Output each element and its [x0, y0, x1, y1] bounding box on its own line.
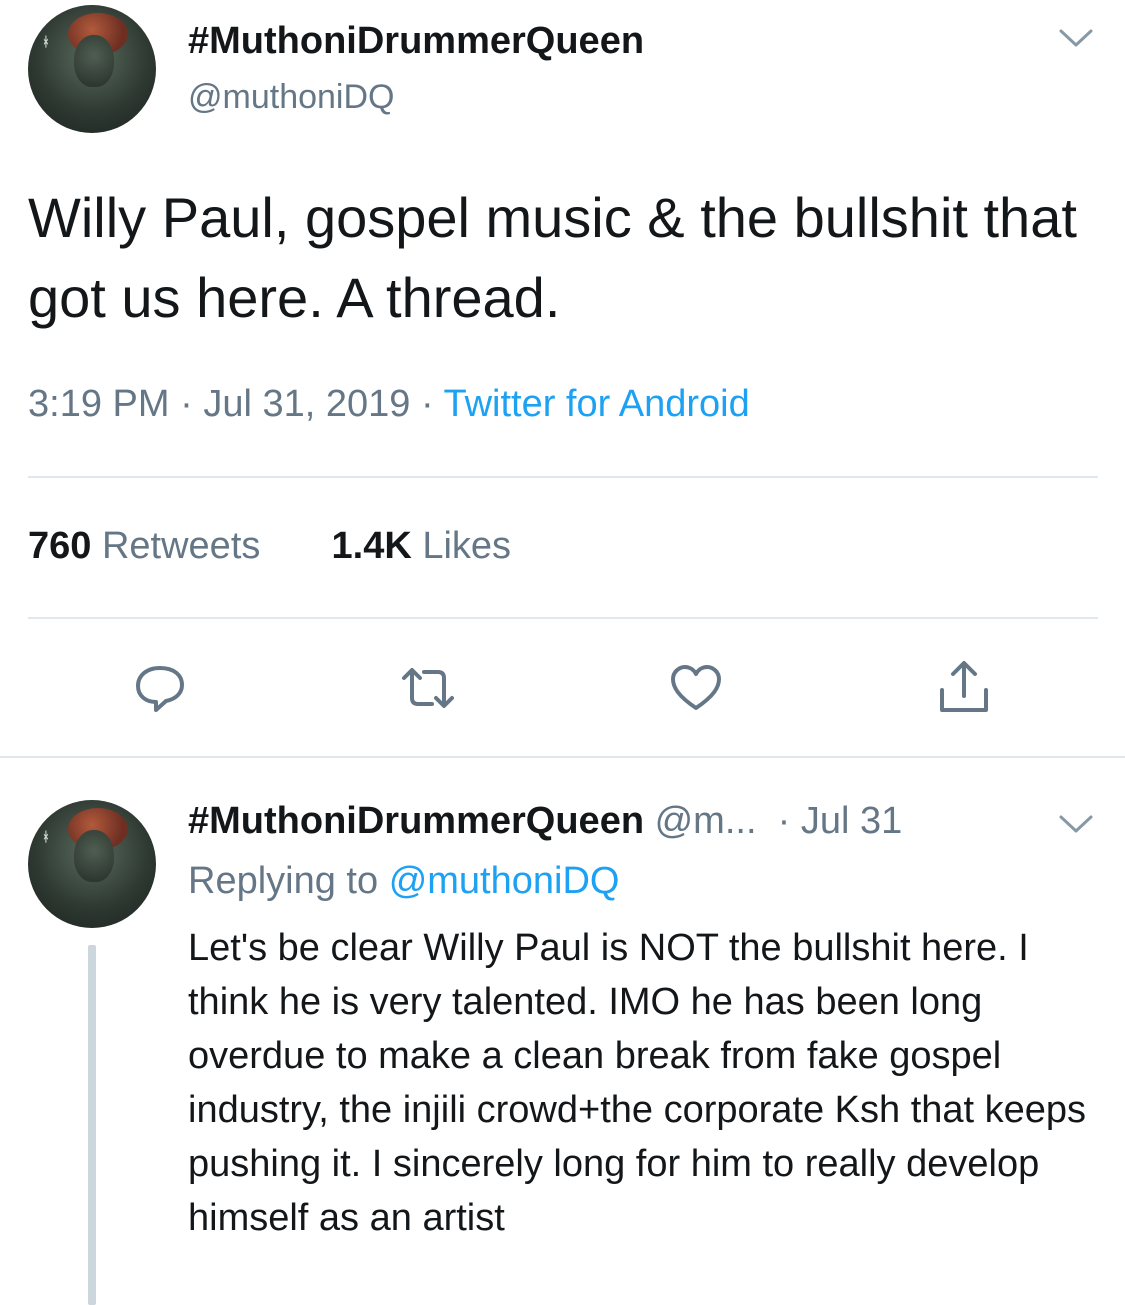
like-button[interactable]: [668, 660, 724, 716]
chevron-down-icon[interactable]: [1058, 812, 1094, 841]
retweets-stat[interactable]: 760 Retweets: [28, 525, 260, 567]
heart-icon: [671, 665, 721, 710]
author-avatar[interactable]: ᚼ: [28, 5, 156, 133]
reply-header: #MuthoniDrummerQueen @m... · Jul 31: [188, 800, 902, 843]
reply-button[interactable]: [132, 660, 188, 716]
retweet-button[interactable]: [400, 660, 456, 716]
share-button[interactable]: [936, 660, 992, 716]
replying-to-line: Replying to @muthoniDQ: [188, 860, 619, 903]
tweet-date: Jul 31, 2019: [203, 383, 411, 425]
share-icon: [940, 661, 988, 712]
reply-author-handle[interactable]: @m...: [655, 800, 757, 842]
meta-separator: ·: [180, 383, 204, 425]
divider: [28, 476, 1098, 478]
tweet-stats: 760 Retweets 1.4K Likes: [28, 525, 511, 568]
section-divider: [0, 756, 1125, 758]
reply-date[interactable]: Jul 31: [801, 800, 902, 842]
like-count: 1.4K: [331, 525, 412, 567]
reply-author-avatar[interactable]: ᚼ: [28, 800, 156, 928]
meta-separator: ·: [420, 383, 444, 425]
reply-author-name[interactable]: #MuthoniDrummerQueen: [188, 800, 644, 842]
tweet-time: 3:19 PM: [28, 383, 170, 425]
like-label: Likes: [422, 525, 512, 567]
tweet-text: Willy Paul, gospel music & the bullshit …: [28, 186, 1077, 329]
tweet-source-link[interactable]: Twitter for Android: [443, 383, 749, 425]
tweet-meta: 3:19 PM · Jul 31, 2019 · Twitter for And…: [28, 383, 750, 426]
author-handle[interactable]: @muthoniDQ: [188, 78, 394, 117]
retweet-label: Retweets: [101, 525, 261, 567]
retweet-icon: [402, 668, 454, 708]
reply-text: Let's be clear Willy Paul is NOT the bul…: [188, 927, 1087, 1239]
divider: [28, 617, 1098, 619]
chevron-down-icon[interactable]: [1058, 26, 1094, 55]
replying-prefix: Replying to: [188, 860, 379, 902]
thread-connector-line: [88, 945, 96, 1305]
meta-separator: ·: [767, 800, 801, 842]
retweet-count: 760: [28, 525, 92, 567]
author-name[interactable]: #MuthoniDrummerQueen: [188, 20, 644, 63]
reply-icon: [136, 666, 184, 712]
replying-to-link[interactable]: @muthoniDQ: [389, 860, 620, 902]
likes-stat[interactable]: 1.4K Likes: [332, 525, 512, 567]
